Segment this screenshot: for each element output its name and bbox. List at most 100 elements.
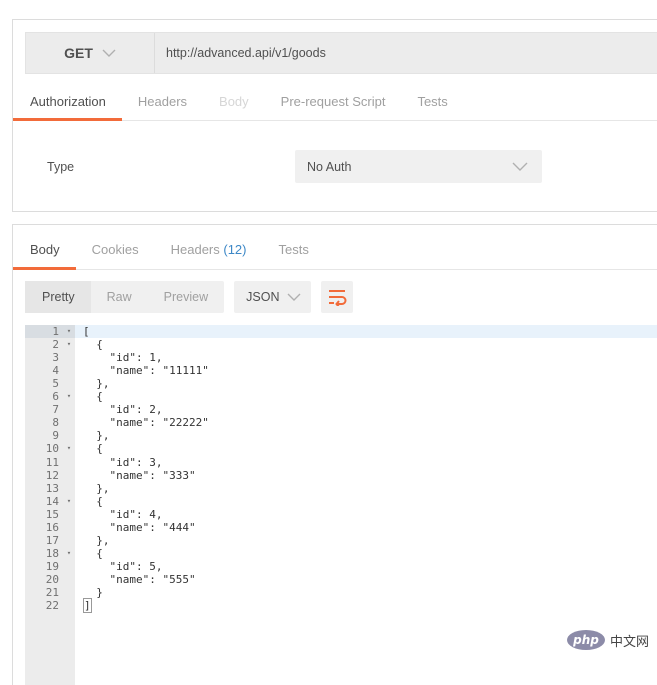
response-code-editor[interactable]: 1 ▾[2 ▾ {3 "id": 1, 4 "name": "11111" 5 }, 6 ▾…: [25, 325, 657, 685]
fold-toggle-icon[interactable]: ▾: [65, 547, 73, 560]
code-text: {: [83, 390, 103, 404]
code-line: 22]: [25, 598, 657, 614]
code-text: "name": "11111": [83, 364, 209, 378]
code-line: 5 },: [25, 377, 657, 390]
line-number: 7: [52, 403, 59, 417]
matched-bracket: ]: [83, 598, 92, 614]
tab-response-tests[interactable]: Tests: [263, 231, 325, 269]
code-line: 1 ▾[: [25, 325, 657, 338]
url-input[interactable]: http://advanced.api/v1/goods: [166, 33, 326, 73]
line-number: 8: [52, 416, 59, 430]
chevron-down-icon: [512, 162, 528, 171]
code-line: 19 "id": 5,: [25, 560, 657, 573]
code-text: "name": "22222": [83, 416, 209, 430]
fold-toggle-icon[interactable]: ▾: [65, 442, 73, 455]
code-line: 18 ▾ {: [25, 547, 657, 560]
code-line: 9 },: [25, 429, 657, 442]
line-number: 3: [52, 351, 59, 365]
code-text: {: [83, 494, 103, 508]
code-text: "name": "333": [83, 468, 196, 482]
code-text: "name": "444": [83, 520, 196, 534]
request-panel: GET http://advanced.api/v1/goods Authori…: [12, 19, 657, 212]
watermark-logo: php: [566, 630, 605, 650]
auth-type-value: No Auth: [307, 159, 352, 174]
url-bar: GET http://advanced.api/v1/goods: [25, 32, 657, 74]
code-text: }: [83, 586, 103, 599]
format-raw[interactable]: Raw: [91, 281, 148, 313]
line-number: 15: [45, 507, 59, 521]
line-number: 19: [45, 559, 59, 573]
code-text: "name": "555": [83, 572, 196, 586]
headers-count: (12): [223, 242, 247, 257]
line-number: 12: [45, 468, 59, 482]
watermark-text: 中文网: [609, 634, 649, 650]
code-line: 15 "id": 4,: [25, 508, 657, 521]
code-text: ]: [83, 598, 92, 614]
response-panel: Body Cookies Headers (12) Tests Pretty R…: [12, 224, 657, 685]
code-text: {: [83, 338, 103, 352]
line-number: 17: [45, 533, 59, 547]
tab-headers[interactable]: Headers: [122, 84, 203, 120]
tab-tests[interactable]: Tests: [401, 84, 463, 120]
auth-type-select[interactable]: No Auth: [295, 150, 542, 183]
watermark: php 中文网: [566, 630, 649, 650]
code-line: 2 ▾ {: [25, 338, 657, 351]
line-number: 11: [45, 455, 59, 469]
code-line: 3 "id": 1,: [25, 351, 657, 364]
code-text: [: [83, 325, 90, 338]
code-text: {: [83, 442, 103, 456]
code-line: 8 "name": "22222": [25, 416, 657, 429]
code-text: },: [83, 429, 110, 443]
code-line: 12 "name": "333": [25, 469, 657, 482]
code-text: "id": 3,: [83, 455, 163, 469]
response-tabs: Body Cookies Headers (12) Tests: [13, 231, 657, 270]
code-line: 4 "name": "11111": [25, 364, 657, 377]
tab-cookies[interactable]: Cookies: [76, 231, 155, 269]
chevron-down-icon: [102, 49, 116, 57]
tab-response-headers-label: Headers: [170, 242, 220, 257]
code-line: 6 ▾ {: [25, 390, 657, 403]
line-number: 9: [52, 429, 59, 443]
code-line: 17 },: [25, 534, 657, 547]
line-number: 22: [45, 599, 59, 613]
fold-toggle-icon[interactable]: ▾: [65, 325, 73, 338]
view-toolbar: Pretty Raw Preview JSON: [25, 281, 354, 313]
line-number: 5: [52, 377, 59, 391]
tab-pre-request-script[interactable]: Pre-request Script: [265, 84, 402, 120]
code-text: },: [83, 377, 110, 391]
code-text: },: [83, 481, 110, 495]
code-line: 13 },: [25, 482, 657, 495]
code-line: 14 ▾ {: [25, 495, 657, 508]
line-number: 20: [45, 572, 59, 586]
code-line: 7 "id": 2,: [25, 403, 657, 416]
line-number: 21: [45, 586, 59, 599]
code-line: 20 "name": "555": [25, 573, 657, 586]
line-number: 13: [45, 481, 59, 495]
code-line: 16 "name": "444": [25, 521, 657, 534]
format-group: Pretty Raw Preview: [25, 281, 225, 313]
language-select[interactable]: JSON: [234, 281, 312, 313]
line-number: 16: [45, 520, 59, 534]
fold-toggle-icon[interactable]: ▾: [65, 390, 73, 403]
request-tabs: Authorization Headers Body Pre-request S…: [13, 84, 657, 121]
method-select[interactable]: GET: [26, 33, 155, 73]
code-line: 10 ▾ {: [25, 442, 657, 455]
code-line: 21 }: [25, 586, 657, 599]
tab-response-headers[interactable]: Headers (12): [155, 231, 263, 269]
auth-type-label: Type: [47, 160, 75, 174]
code-text: },: [83, 533, 110, 547]
method-label: GET: [64, 45, 93, 61]
tab-body[interactable]: Body: [203, 84, 265, 120]
format-preview[interactable]: Preview: [148, 281, 224, 313]
fold-toggle-icon[interactable]: ▾: [65, 495, 73, 508]
line-number: 4: [52, 364, 59, 378]
wrap-lines-button[interactable]: [321, 281, 354, 313]
tab-authorization[interactable]: Authorization: [13, 84, 122, 121]
format-pretty[interactable]: Pretty: [25, 281, 91, 313]
code-text: "id": 1,: [83, 351, 163, 365]
tab-response-body[interactable]: Body: [13, 231, 76, 270]
code-text: "id": 4,: [83, 507, 163, 521]
code-text: "id": 5,: [83, 559, 163, 573]
fold-toggle-icon[interactable]: ▾: [65, 338, 73, 351]
code-text: "id": 2,: [83, 403, 163, 417]
